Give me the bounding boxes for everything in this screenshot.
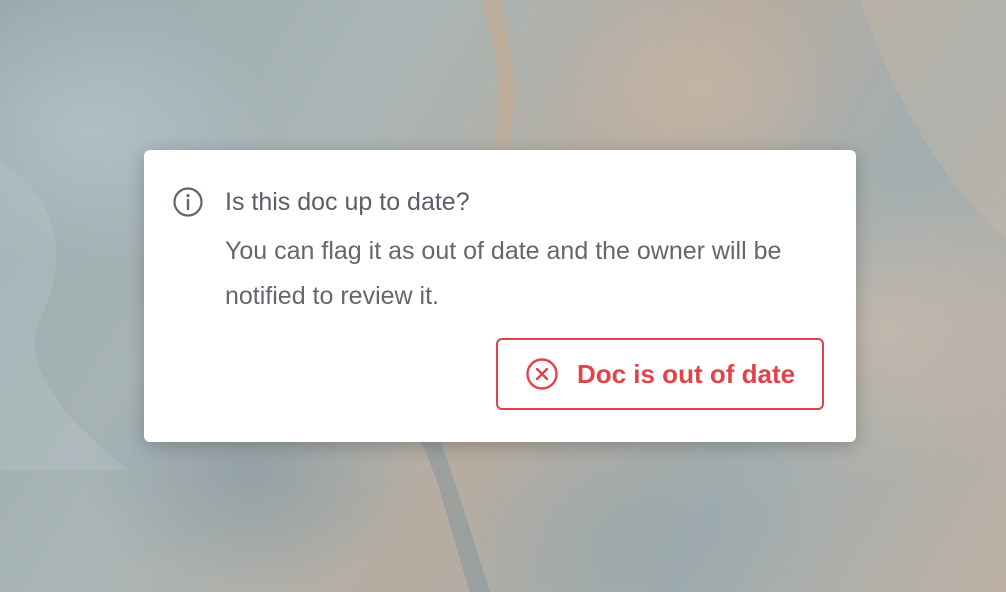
dialog-title: Is this doc up to date? (225, 188, 470, 216)
outdated-doc-dialog: Is this doc up to date? You can flag it … (144, 150, 856, 442)
x-circle-icon (526, 358, 558, 390)
info-icon (173, 187, 203, 217)
button-label: Doc is out of date (576, 358, 796, 389)
dialog-message: You can flag it as out of date and the o… (225, 237, 782, 310)
doc-out-of-date-button[interactable]: Doc is out of date (496, 338, 824, 410)
